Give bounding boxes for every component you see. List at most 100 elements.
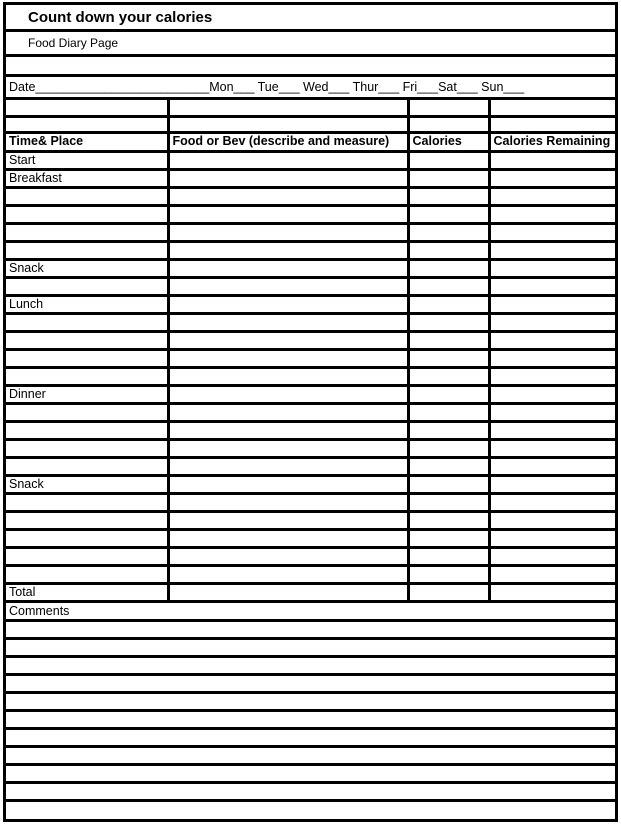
cell-time-place[interactable]: Total	[6, 583, 170, 603]
cell-time-place[interactable]	[6, 331, 170, 351]
cell-calories[interactable]	[408, 349, 491, 369]
comments-line[interactable]	[6, 692, 615, 712]
cell-time-place[interactable]	[6, 223, 170, 243]
cell-time-place[interactable]	[6, 493, 170, 513]
date-row[interactable]: Date_________________________Mon___ Tue_…	[6, 77, 615, 97]
cell-food-or-bev[interactable]	[168, 205, 410, 225]
cell-food-or-bev[interactable]	[168, 565, 410, 585]
cell-food-or-bev[interactable]	[168, 457, 410, 477]
cell-calories[interactable]	[408, 511, 491, 531]
cell-calories-remaining[interactable]	[489, 385, 615, 405]
cell-calories-remaining[interactable]	[489, 511, 615, 531]
cell-calories-remaining[interactable]	[489, 583, 615, 603]
cell-calories[interactable]	[408, 169, 491, 189]
cell-time-place[interactable]: Breakfast	[6, 169, 170, 189]
cell-calories-remaining[interactable]	[489, 205, 615, 225]
cell-time-place[interactable]	[6, 529, 170, 549]
cell-food-or-bev[interactable]	[168, 385, 410, 405]
cell-time-place[interactable]	[6, 187, 170, 207]
cell-food-or-bev[interactable]	[168, 187, 410, 207]
comments-line[interactable]	[6, 656, 615, 676]
cell-calories-remaining[interactable]	[489, 223, 615, 243]
cell-calories[interactable]	[408, 313, 491, 333]
cell-calories[interactable]	[408, 367, 491, 387]
cell-calories-remaining[interactable]	[489, 403, 615, 423]
cell-food-or-bev[interactable]	[168, 277, 410, 297]
cell-food-or-bev[interactable]	[168, 547, 410, 567]
cell-calories-remaining[interactable]	[489, 421, 615, 441]
cell-time-place[interactable]	[6, 241, 170, 261]
cell-time-place[interactable]: Snack	[6, 475, 170, 495]
cell-time-place[interactable]	[6, 511, 170, 531]
cell-food-or-bev[interactable]	[168, 583, 410, 603]
cell-calories-remaining[interactable]	[489, 277, 615, 297]
cell-food-or-bev[interactable]	[168, 295, 410, 315]
cell-calories[interactable]	[408, 475, 491, 495]
cell-calories[interactable]	[408, 403, 491, 423]
cell-calories[interactable]	[408, 331, 491, 351]
cell-time-place[interactable]	[6, 565, 170, 585]
cell-time-place[interactable]: Snack	[6, 259, 170, 279]
cell-food-or-bev[interactable]	[168, 475, 410, 495]
cell-time-place[interactable]	[6, 313, 170, 333]
cell-food-or-bev[interactable]	[168, 223, 410, 243]
comments-line[interactable]	[6, 746, 615, 766]
cell-calories-remaining[interactable]	[489, 241, 615, 261]
cell-calories[interactable]	[408, 259, 491, 279]
cell-calories-remaining[interactable]	[489, 457, 615, 477]
cell-calories[interactable]	[408, 151, 491, 171]
cell-calories[interactable]	[408, 439, 491, 459]
cell-food-or-bev[interactable]	[168, 421, 410, 441]
cell-calories[interactable]	[408, 223, 491, 243]
cell-food-or-bev[interactable]	[168, 349, 410, 369]
cell-time-place[interactable]	[6, 367, 170, 387]
cell-food-or-bev[interactable]	[168, 439, 410, 459]
cell-calories[interactable]	[408, 565, 491, 585]
cell-time-place[interactable]: Lunch	[6, 295, 170, 315]
comments-line[interactable]	[6, 728, 615, 748]
cell-time-place[interactable]	[6, 547, 170, 567]
comments-line[interactable]	[6, 782, 615, 802]
comments-line[interactable]	[6, 638, 615, 658]
cell-food-or-bev[interactable]	[168, 367, 410, 387]
cell-food-or-bev[interactable]	[168, 313, 410, 333]
cell-food-or-bev[interactable]	[168, 241, 410, 261]
cell-food-or-bev[interactable]	[168, 331, 410, 351]
cell-calories[interactable]	[408, 277, 491, 297]
cell-time-place[interactable]	[6, 439, 170, 459]
cell-calories[interactable]	[408, 187, 491, 207]
cell-calories-remaining[interactable]	[489, 529, 615, 549]
cell-calories[interactable]	[408, 457, 491, 477]
cell-time-place[interactable]: Start	[6, 151, 170, 171]
comments-line[interactable]	[6, 764, 615, 784]
cell-calories-remaining[interactable]	[489, 493, 615, 513]
cell-time-place[interactable]	[6, 403, 170, 423]
cell-calories-remaining[interactable]	[489, 313, 615, 333]
cell-food-or-bev[interactable]	[168, 493, 410, 513]
cell-food-or-bev[interactable]	[168, 511, 410, 531]
cell-calories[interactable]	[408, 385, 491, 405]
cell-calories-remaining[interactable]	[489, 547, 615, 567]
cell-calories-remaining[interactable]	[489, 169, 615, 189]
cell-food-or-bev[interactable]	[168, 259, 410, 279]
cell-calories-remaining[interactable]	[489, 295, 615, 315]
cell-time-place[interactable]: Dinner	[6, 385, 170, 405]
cell-calories[interactable]	[408, 547, 491, 567]
cell-calories-remaining[interactable]	[489, 349, 615, 369]
cell-time-place[interactable]	[6, 205, 170, 225]
cell-food-or-bev[interactable]	[168, 169, 410, 189]
cell-calories-remaining[interactable]	[489, 259, 615, 279]
cell-calories[interactable]	[408, 583, 491, 603]
cell-food-or-bev[interactable]	[168, 529, 410, 549]
cell-food-or-bev[interactable]	[168, 151, 410, 171]
cell-time-place[interactable]	[6, 421, 170, 441]
cell-calories-remaining[interactable]	[489, 565, 615, 585]
comments-line[interactable]	[6, 710, 615, 730]
cell-calories[interactable]	[408, 241, 491, 261]
cell-calories-remaining[interactable]	[489, 367, 615, 387]
comments-line[interactable]	[6, 674, 615, 694]
comments-line[interactable]	[6, 620, 615, 640]
cell-calories[interactable]	[408, 529, 491, 549]
cell-calories-remaining[interactable]	[489, 475, 615, 495]
cell-calories[interactable]	[408, 205, 491, 225]
